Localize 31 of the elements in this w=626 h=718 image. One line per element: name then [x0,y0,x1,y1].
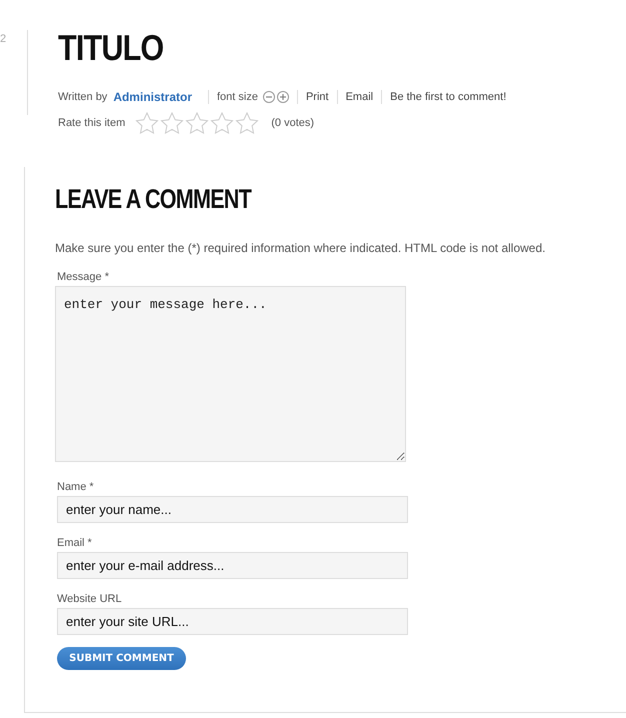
minus-icon [266,94,272,100]
star-icon[interactable] [210,112,234,134]
article-link[interactable]: Email [346,91,374,103]
message-field[interactable]: enter your message here... [55,286,406,462]
star-icon[interactable] [160,112,184,134]
font-size-label: font size [217,91,258,103]
star-rating[interactable] [135,112,260,134]
article-link[interactable]: Print [306,91,329,103]
field-label: Name * [57,481,95,493]
increase-font-button[interactable] [276,91,289,103]
rate-label: Rate this item [58,117,126,129]
star-icon[interactable] [185,112,210,134]
decrease-font-button[interactable] [262,91,275,103]
star-icon[interactable] [135,112,160,134]
field-label: Website URL [57,593,123,605]
form-heading: LEAVE A COMMENT [55,185,252,213]
votes-count: (0 votes) [271,117,314,129]
written-by-label: Written by [58,91,108,103]
page-number: 2 [0,32,8,47]
input-field[interactable]: enter your site URL... [57,608,408,635]
input-field[interactable]: enter your e-mail address... [57,552,408,579]
plus-icon [280,94,286,100]
author-link[interactable]: Administrator [113,90,192,104]
submit-button[interactable]: SUBMIT COMMENT [57,647,186,670]
article-link[interactable]: Be the first to comment! [390,91,506,103]
field-label: Message * [57,271,110,283]
input-field[interactable]: enter your name... [57,496,408,523]
article-title: TITULO [58,30,164,66]
star-icon[interactable] [235,112,260,134]
field-label: Email * [57,537,93,549]
form-note: Make sure you enter the (*) required information where indicated. HTML code is not allowed. [55,241,546,255]
